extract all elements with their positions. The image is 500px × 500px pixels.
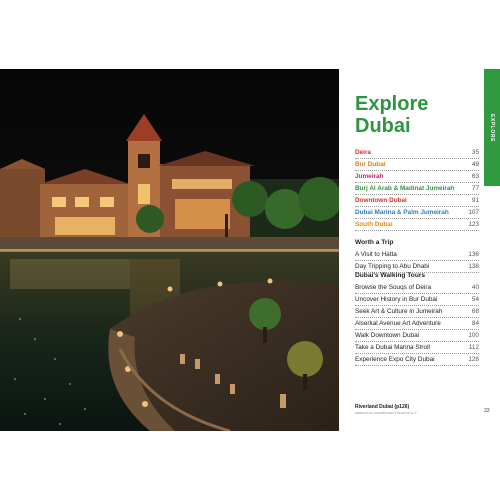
toc-area-page: 91 <box>471 197 479 204</box>
side-tab-label: EXPLORE <box>489 113 495 142</box>
toc-tour-page: 112 <box>468 344 479 351</box>
toc-trip-row[interactable]: A Visit to Hatta 136 <box>355 249 479 261</box>
toc-tour-label[interactable]: Take a Dubai Marina Stroll <box>355 342 466 353</box>
toc-tour-row[interactable]: Uncover History in Bur Dubai 54 <box>355 294 479 306</box>
toc-tour-row[interactable]: Experience Expo City Dubai 128 <box>355 354 479 366</box>
toc-area-row[interactable]: Bur Dubai 49 <box>355 159 479 171</box>
toc-tour-row[interactable]: Walk Downtown Dubai 100 <box>355 330 479 342</box>
toc-tour-page: 68 <box>471 308 479 315</box>
toc-area-label[interactable]: Jumeirah <box>355 171 469 182</box>
toc-area-row[interactable]: Burj Al Arab & Madinat Jumeirah 77 <box>355 183 479 195</box>
page-heading: Explore Dubai <box>355 93 428 137</box>
heading-line-2: Dubai <box>355 115 411 137</box>
toc-area-page: 123 <box>468 221 479 228</box>
caption-title: Riverland Dubai (p126) <box>355 404 410 410</box>
toc-tour-label[interactable]: Browse the Souqs of Deira <box>355 282 469 293</box>
section-title: Dubai's Walking Tours <box>355 272 426 279</box>
toc-area-page: 35 <box>471 149 479 156</box>
toc-area-label[interactable]: Deira <box>355 147 469 158</box>
toc-tour-page: 54 <box>471 296 479 303</box>
toc-tour-page: 40 <box>471 284 479 291</box>
toc-area-page: 107 <box>468 209 479 216</box>
photo-credit: SEBASTIAN HORNBY/SHUTTERSTOCK © <box>355 411 417 415</box>
toc-area-label[interactable]: Burj Al Arab & Madinat Jumeirah <box>355 183 469 194</box>
toc-area-row[interactable]: South Dubai 123 <box>355 219 479 231</box>
toc-tour-label[interactable]: Experience Expo City Dubai <box>355 354 465 365</box>
explore-side-tab[interactable]: EXPLORE <box>484 69 500 186</box>
toc-trip-label[interactable]: A Visit to Hatta <box>355 249 465 260</box>
toc-tour-row[interactable]: Take a Dubai Marina Stroll 112 <box>355 342 479 354</box>
photo-caption: Riverland Dubai (p126) SEBASTIAN HORNBY/… <box>355 404 475 415</box>
toc-area-page: 63 <box>471 173 479 180</box>
toc-trip-page: 136 <box>468 251 479 258</box>
toc-area-label[interactable]: Dubai Marina & Palm Jumeirah <box>355 207 465 218</box>
toc-tour-row[interactable]: Browse the Souqs of Deira 40 <box>355 282 479 294</box>
toc-tour-page: 84 <box>471 320 479 327</box>
toc-tour-label[interactable]: Uncover History in Bur Dubai <box>355 294 469 305</box>
night-scene-illustration <box>0 69 339 431</box>
walking-tours-section: Dubai's Walking Tours Browse the Souqs o… <box>355 270 479 366</box>
toc-tour-page: 100 <box>468 332 479 339</box>
toc-area-row[interactable]: Deira 35 <box>355 147 479 159</box>
toc-tour-row[interactable]: Seek Art & Culture in Jumeirah 68 <box>355 306 479 318</box>
toc-area-label[interactable]: South Dubai <box>355 219 465 230</box>
areas-toc: Deira 35 Bur Dubai 49 Jumeirah 63 Burj A… <box>355 147 479 231</box>
riverland-dubai-photo <box>0 69 339 431</box>
heading-line-1: Explore <box>355 93 429 115</box>
toc-area-label[interactable]: Downtown Dubai <box>355 195 469 206</box>
toc-area-label[interactable]: Bur Dubai <box>355 159 469 170</box>
toc-area-page: 77 <box>471 185 479 192</box>
toc-tour-label[interactable]: Alserkal Avenue Art Adventure <box>355 318 469 329</box>
section-title: Worth a Trip <box>355 239 394 246</box>
toc-area-page: 49 <box>471 161 479 168</box>
toc-area-row[interactable]: Dubai Marina & Palm Jumeirah 107 <box>355 207 479 219</box>
toc-tour-page: 128 <box>468 356 479 363</box>
toc-tour-row[interactable]: Alserkal Avenue Art Adventure 84 <box>355 318 479 330</box>
toc-area-row[interactable]: Jumeirah 63 <box>355 171 479 183</box>
toc-tour-label[interactable]: Seek Art & Culture in Jumeirah <box>355 306 469 317</box>
worth-a-trip-section: Worth a Trip A Visit to Hatta 136 Day Tr… <box>355 237 479 273</box>
page-number: 33 <box>484 408 490 414</box>
toc-area-row[interactable]: Downtown Dubai 91 <box>355 195 479 207</box>
toc-tour-label[interactable]: Walk Downtown Dubai <box>355 330 465 341</box>
